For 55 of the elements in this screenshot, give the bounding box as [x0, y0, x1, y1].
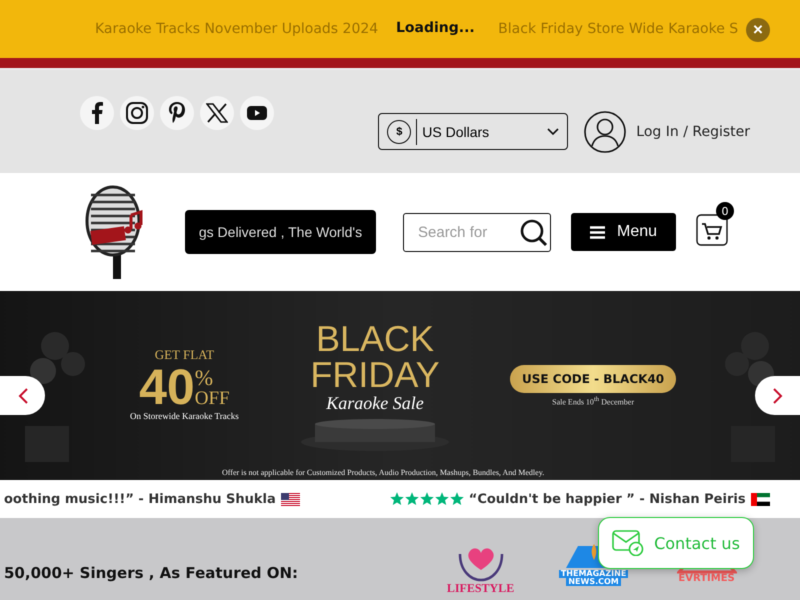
- banner-subtitle: Karaoke Sale: [326, 393, 424, 414]
- menu-button[interactable]: Menu: [571, 213, 676, 251]
- chevron-right-icon: [772, 388, 782, 404]
- banner-title: BLACK: [316, 321, 434, 357]
- search-icon[interactable]: [520, 218, 548, 246]
- offer-off-text: OFF: [194, 388, 230, 408]
- previous-slide-button[interactable]: [0, 376, 45, 415]
- cart-icon[interactable]: [696, 214, 728, 246]
- percent-sign: %: [194, 366, 214, 388]
- social-link[interactable]: [240, 96, 274, 130]
- currency-dropdown[interactable]: $ US Dollars: [378, 113, 568, 150]
- social-link[interactable]: [160, 96, 194, 130]
- logo-text: NEWS.COM: [566, 578, 621, 586]
- logo-text: EVRTIMES: [678, 574, 735, 584]
- user-avatar-icon[interactable]: [584, 110, 626, 152]
- star-icon: [434, 492, 449, 506]
- banner-title: FRIDAY: [310, 357, 440, 393]
- offer-heading: GET FLAT: [154, 347, 214, 363]
- sale-end-text: Sale Ends 10$^{th}$ December: [552, 396, 634, 407]
- flag-icon: [750, 492, 770, 506]
- promo-code-badge: USE CODE - BLACK40: [510, 365, 676, 393]
- offer-percent: 40: [139, 363, 195, 411]
- social-link[interactable]: [120, 96, 154, 130]
- dollar-icon: $: [387, 120, 412, 144]
- review-quote: “Couldn't be happier ” - Nishan Peiris: [468, 492, 746, 506]
- review-quote: oothing music!!!” - Himanshu Shukla: [4, 492, 276, 506]
- star-icon: [404, 492, 419, 506]
- search-field[interactable]: Search for: [403, 212, 551, 252]
- offer-disclaimer: Offer is not applicable for Customized Products, Audio Production, Mashups, Bundles, And Medley.: [222, 468, 544, 477]
- close-button[interactable]: ×: [746, 18, 770, 42]
- offer-note: On Storewide Karaoke Tracks: [130, 411, 239, 421]
- next-slide-button[interactable]: [755, 376, 800, 415]
- social-link[interactable]: [200, 96, 234, 130]
- tagline-marquee: gs Delivered , The World's: [185, 210, 376, 254]
- star-icon: [420, 492, 434, 506]
- login-register-link[interactable]: Log In / Register: [636, 124, 750, 140]
- facebook-icon: [91, 102, 103, 124]
- logo-text: LIFESTYLE: [446, 582, 514, 594]
- x-logo-icon: [206, 103, 228, 123]
- instagram-icon: [126, 102, 148, 124]
- featured-heading: 50,000+ Singers , As Featured ON:: [4, 564, 298, 582]
- youtube-icon: [247, 106, 267, 120]
- star-icon: [390, 492, 404, 506]
- pinterest-icon: [168, 101, 186, 125]
- social-link[interactable]: [80, 96, 114, 130]
- flag-icon: [280, 492, 300, 506]
- menu-icon: [590, 226, 605, 238]
- chevron-down-icon: [547, 128, 560, 136]
- loading-text: Loading...: [396, 20, 475, 36]
- chevron-left-icon: [18, 388, 28, 404]
- contact-us-button[interactable]: Contact us: [598, 517, 754, 569]
- star-icon: [450, 492, 464, 506]
- envelope-send-icon: [612, 530, 644, 556]
- cart-count-badge: 0: [716, 202, 734, 220]
- logo-text: THEMAGAZINE: [558, 570, 628, 578]
